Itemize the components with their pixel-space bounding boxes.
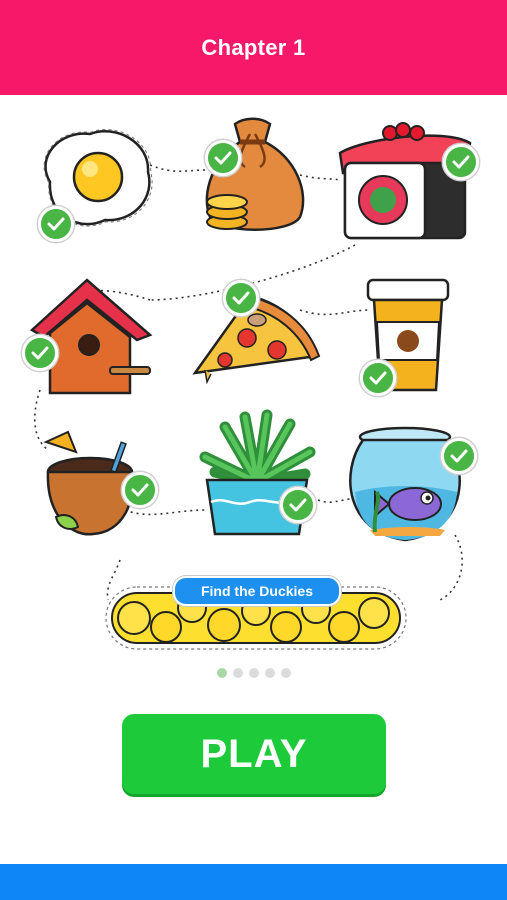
completed-check-icon — [441, 438, 477, 474]
page-dot[interactable] — [233, 668, 243, 678]
sushi-roll-icon — [338, 122, 472, 240]
completed-check-icon — [360, 360, 396, 396]
level-fishbowl[interactable] — [345, 422, 480, 552]
completed-check-icon — [122, 472, 158, 508]
page-dot[interactable] — [265, 668, 275, 678]
level-coffee-cup[interactable] — [360, 272, 470, 400]
completed-check-icon — [443, 144, 479, 180]
page-dot-active[interactable] — [217, 668, 227, 678]
level-fried-egg[interactable] — [30, 122, 155, 242]
level-potted-plant[interactable] — [195, 409, 325, 542]
completed-check-icon — [280, 487, 316, 523]
potted-plant-icon — [199, 409, 316, 536]
completed-check-icon — [223, 280, 259, 316]
page-dot[interactable] — [249, 668, 259, 678]
money-bag-icon — [205, 117, 305, 231]
play-button[interactable]: PLAY — [122, 714, 386, 794]
completed-check-icon — [205, 140, 241, 176]
level-money-bag[interactable] — [195, 112, 310, 240]
level-coconut-drink[interactable] — [38, 430, 163, 544]
level-pizza-slice[interactable] — [185, 278, 325, 393]
level-sushi-roll[interactable] — [335, 118, 480, 248]
next-level-label[interactable]: Find the Duckies — [173, 576, 341, 606]
page-dot[interactable] — [281, 668, 291, 678]
completed-check-icon — [22, 335, 58, 371]
level-birdhouse[interactable] — [22, 275, 157, 400]
bottom-bar — [0, 864, 507, 900]
completed-check-icon — [38, 206, 74, 242]
pagination-dots — [217, 668, 291, 678]
